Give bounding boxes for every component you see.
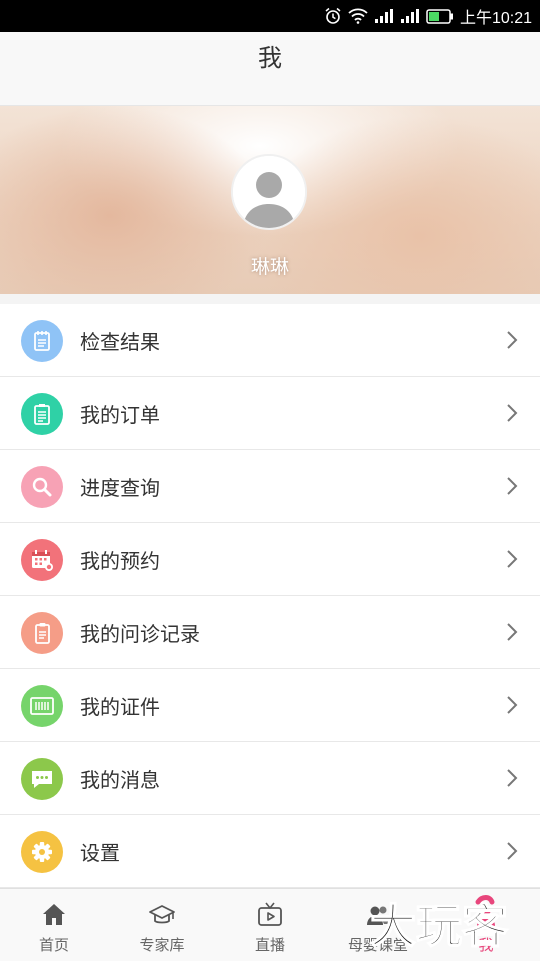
- id-card-icon: [30, 697, 54, 715]
- menu-item-label: 我的问诊记录: [80, 621, 200, 646]
- menu-icon-circle: [21, 466, 63, 508]
- menu-icon-circle: [21, 539, 63, 581]
- wifi-icon: [348, 8, 368, 24]
- menu-item-label: 进度查询: [80, 475, 160, 500]
- watermark-text: 大玩客: [370, 899, 508, 952]
- status-time: 上午10:21: [459, 10, 532, 27]
- menu-item-label: 我的预约: [80, 548, 160, 573]
- menu-item-settings[interactable]: 设置: [0, 815, 540, 888]
- nav-home[interactable]: 首页: [0, 889, 108, 961]
- record-icon: [35, 623, 50, 644]
- chevron-right-icon: [507, 842, 518, 860]
- status-bar: 上午10:21: [0, 0, 540, 32]
- battery-icon: [426, 8, 453, 24]
- nav-label: 专家库: [139, 936, 185, 954]
- chevron-right-icon: [507, 477, 518, 495]
- app-header: 我: [0, 32, 540, 106]
- gear-icon: [32, 842, 52, 862]
- nav-label: 首页: [38, 936, 69, 954]
- nav-label: 直播: [254, 936, 285, 954]
- signal-icon: [374, 9, 393, 23]
- avatar[interactable]: [231, 154, 307, 230]
- clipboard-list-icon: [34, 404, 50, 425]
- home-icon: [43, 904, 65, 925]
- chevron-right-icon: [507, 623, 518, 641]
- nav-experts[interactable]: 专家库: [108, 889, 216, 961]
- menu-item-label: 我的消息: [80, 767, 160, 792]
- page-title: 我: [258, 44, 282, 72]
- menu-icon-circle: [21, 685, 63, 727]
- document-icon: [34, 331, 50, 351]
- graduation-cap-icon: [149, 905, 175, 924]
- message-icon: [32, 771, 52, 788]
- menu-icon-circle: [21, 320, 63, 362]
- menu-icon-circle: [21, 758, 63, 800]
- chevron-right-icon: [507, 550, 518, 568]
- menu-icon-circle: [21, 831, 63, 873]
- menu-icon-circle: [21, 393, 63, 435]
- menu-item-label: 设置: [80, 840, 120, 865]
- menu-list: 检查结果 我的订单 进度查询 我的预约 我的问诊记录 我的证件 我的消息 设置: [0, 304, 540, 888]
- alarm-icon: [325, 7, 341, 24]
- chevron-right-icon: [507, 404, 518, 422]
- default-avatar-icon: [233, 156, 305, 228]
- menu-item-check-results[interactable]: 检查结果: [0, 304, 540, 377]
- menu-item-consultation-records[interactable]: 我的问诊记录: [0, 596, 540, 669]
- chevron-right-icon: [507, 696, 518, 714]
- username[interactable]: 琳琳: [0, 252, 540, 279]
- signal-icon-2: [400, 9, 419, 23]
- menu-item-my-documents[interactable]: 我的证件: [0, 669, 540, 742]
- status-icons: 上午10:21: [324, 0, 532, 32]
- menu-item-my-appointments[interactable]: 我的预约: [0, 523, 540, 596]
- watermark-logo: 大玩客: [369, 895, 509, 952]
- menu-item-label: 我的证件: [80, 694, 160, 719]
- search-icon: [32, 477, 52, 497]
- chevron-right-icon: [507, 331, 518, 349]
- calendar-icon: [32, 550, 53, 571]
- tv-play-icon: [258, 902, 282, 926]
- nav-live[interactable]: 直播: [216, 889, 324, 961]
- profile-banner: 琳琳: [0, 106, 540, 294]
- chevron-right-icon: [507, 769, 518, 787]
- menu-item-my-messages[interactable]: 我的消息: [0, 742, 540, 815]
- menu-item-label: 检查结果: [80, 329, 160, 354]
- menu-icon-circle: [21, 612, 63, 654]
- menu-item-my-orders[interactable]: 我的订单: [0, 377, 540, 450]
- menu-item-progress-query[interactable]: 进度查询: [0, 450, 540, 523]
- menu-item-label: 我的订单: [80, 402, 160, 427]
